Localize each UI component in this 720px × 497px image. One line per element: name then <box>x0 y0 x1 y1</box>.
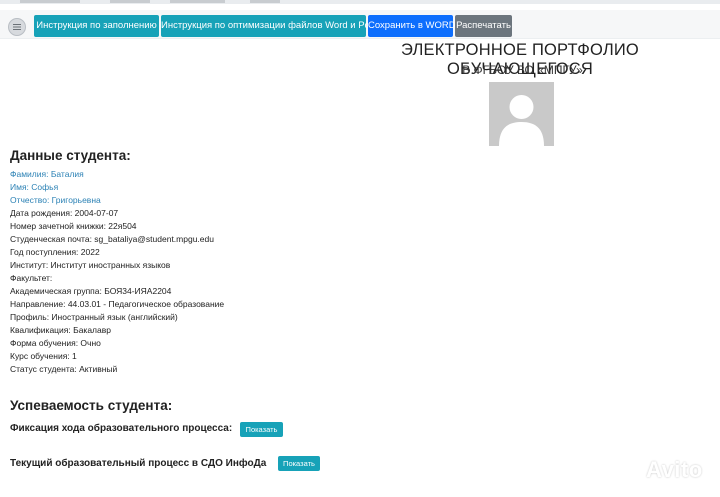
field-profile: Профиль: Иностранный язык (английский) <box>10 312 178 322</box>
field-group: Академическая группа: БОЯ34-ИЯА2204 <box>10 286 172 296</box>
show-current-process-button[interactable]: Показать <box>278 456 320 471</box>
field-admission-year: Год поступления: 2022 <box>10 247 100 257</box>
student-data-title: Данные студента: <box>10 148 131 163</box>
instruction-optimize-button[interactable]: Инструкция по оптимизации файлов Word и … <box>161 15 373 37</box>
show-process-fixation-button[interactable]: Показать <box>240 422 283 437</box>
page-subtitle: В ФГБОУ ВО «МПГУ» <box>462 63 583 77</box>
field-institute: Институт: Институт иностранных языков <box>10 260 171 270</box>
field-record-book: Номер зачетной книжки: 22я504 <box>10 221 137 231</box>
save-word-button[interactable]: Сохранить в WORD <box>368 15 456 37</box>
field-qualification: Квалификация: Бакалавр <box>10 325 111 335</box>
avito-logo-icon <box>613 461 639 485</box>
field-faculty: Факультет: <box>10 273 53 283</box>
browser-top-strip <box>0 0 720 4</box>
field-direction: Направление: 44.03.01 - Педагогическое о… <box>10 299 225 309</box>
field-study-form: Форма обучения: Очно <box>10 338 101 348</box>
print-button[interactable]: Распечатать <box>455 15 512 37</box>
watermark-text: Avito <box>646 457 703 482</box>
field-patronymic[interactable]: Отчество: Григорьевна <box>10 195 101 205</box>
current-process-label: Текущий образовательный процесс в СДО Ин… <box>10 458 267 469</box>
instruction-fill-button[interactable]: Инструкция по заполнению <box>34 15 159 37</box>
field-birth-date: Дата рождения: 2004-07-07 <box>10 208 119 218</box>
process-fixation-label: Фиксация хода образовательного процесса: <box>10 423 233 434</box>
field-first-name[interactable]: Имя: Софья <box>10 182 58 192</box>
avatar <box>489 82 554 146</box>
field-email: Студенческая почта: sg_bataliya@student.… <box>10 234 214 244</box>
avito-watermark: Avito <box>612 455 712 489</box>
field-last-name[interactable]: Фамилия: Баталия <box>10 169 84 179</box>
field-course: Курс обучения: 1 <box>10 351 77 361</box>
field-status: Статус студента: Активный <box>10 364 118 374</box>
home-icon[interactable] <box>8 18 26 36</box>
performance-title: Успеваемость студента: <box>10 398 173 413</box>
